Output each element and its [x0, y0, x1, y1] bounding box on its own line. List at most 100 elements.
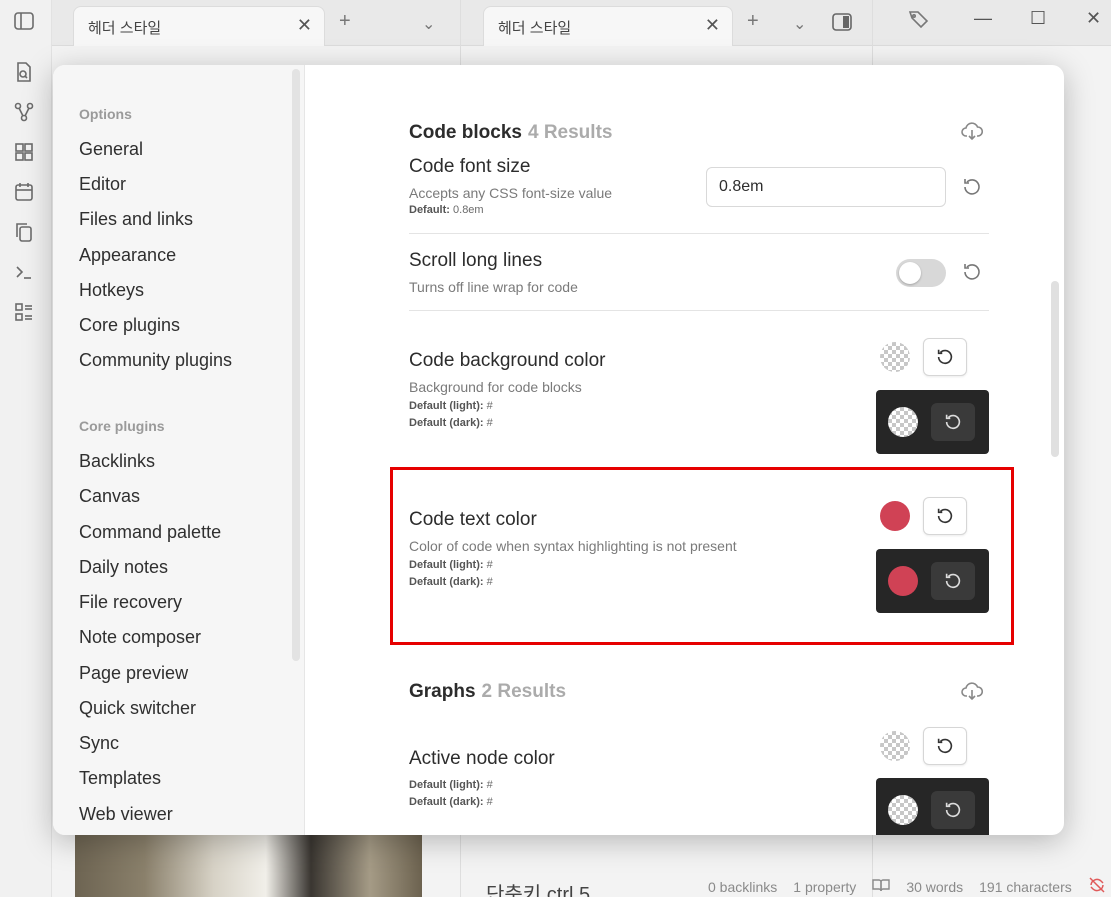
- setting-default-light: Default (light): #: [409, 559, 493, 571]
- tab-right[interactable]: 헤더 스타일 ✕: [483, 6, 733, 46]
- chevron-down-icon[interactable]: ⌄: [793, 14, 806, 34]
- right-sidebar-toggle-icon[interactable]: [831, 11, 853, 39]
- default-dark-value: #: [486, 576, 493, 588]
- reset-button[interactable]: [931, 791, 975, 829]
- reset-icon[interactable]: [961, 176, 983, 198]
- sidebar-item-templates[interactable]: Templates: [79, 768, 161, 789]
- color-swatch-light[interactable]: [880, 501, 910, 531]
- color-swatch-dark[interactable]: [888, 795, 918, 825]
- new-tab-icon[interactable]: +: [339, 10, 351, 33]
- close-icon[interactable]: ✕: [705, 15, 720, 36]
- reset-button[interactable]: [931, 403, 975, 441]
- setting-default-dark: Default (dark): #: [409, 417, 493, 429]
- setting-default-light: Default (light): #: [409, 779, 493, 791]
- color-swatch-dark[interactable]: [888, 566, 918, 596]
- sidebar-item-note-composer[interactable]: Note composer: [79, 627, 201, 648]
- tab-left[interactable]: 헤더 스타일 ✕: [73, 6, 325, 46]
- dark-mode-color-box: [876, 778, 989, 835]
- minimize-icon[interactable]: —: [974, 8, 992, 29]
- reading-mode-icon[interactable]: [872, 878, 891, 895]
- new-tab-icon[interactable]: +: [747, 10, 759, 33]
- download-icon[interactable]: [961, 680, 984, 702]
- content-scrollbar[interactable]: [1051, 281, 1059, 457]
- default-light-value: #: [486, 559, 493, 571]
- reset-icon: [937, 738, 953, 754]
- toggle-knob: [899, 262, 921, 284]
- sync-error-icon[interactable]: [1088, 876, 1106, 897]
- default-dark-value: #: [486, 417, 493, 429]
- color-swatch-dark[interactable]: [888, 407, 918, 437]
- reset-icon: [937, 508, 953, 524]
- sidebar-item-hotkeys[interactable]: Hotkeys: [79, 280, 144, 301]
- sidebar-item-community-plugins[interactable]: Community plugins: [79, 350, 232, 371]
- group-result-count: 4 Results: [527, 122, 613, 143]
- sidebar-item-general[interactable]: General: [79, 139, 143, 160]
- reset-button[interactable]: [931, 562, 975, 600]
- status-properties[interactable]: 1 property: [793, 879, 856, 895]
- sidebar-item-files-and-links[interactable]: Files and links: [79, 209, 193, 230]
- sidebar-item-file-recovery[interactable]: File recovery: [79, 592, 182, 613]
- list-icon[interactable]: [13, 301, 35, 323]
- default-light-label: Default (light):: [409, 779, 484, 791]
- sidebar-item-canvas[interactable]: Canvas: [79, 486, 140, 507]
- reset-button[interactable]: [923, 727, 967, 765]
- sidebar-item-editor[interactable]: Editor: [79, 174, 126, 195]
- status-backlinks[interactable]: 0 backlinks: [708, 879, 777, 895]
- settings-content: Code blocks 4 Results Code font size Acce…: [305, 65, 1064, 835]
- note-image: [75, 832, 422, 897]
- sidebar-item-appearance[interactable]: Appearance: [79, 245, 176, 266]
- default-light-label: Default (light):: [409, 400, 484, 412]
- tab-bar: 헤더 스타일 ✕ + ⌄ 헤더 스타일 ✕ + ⌄ — ☐ ✕: [52, 0, 1111, 46]
- setting-description: Accepts any CSS font-size value: [409, 185, 613, 201]
- reset-icon: [945, 573, 961, 589]
- tags-icon[interactable]: [907, 9, 931, 37]
- setting-name: Code text color: [409, 509, 537, 530]
- setting-name: Scroll long lines: [409, 250, 543, 271]
- download-icon[interactable]: [961, 120, 984, 142]
- sidebar-scrollbar[interactable]: [292, 69, 300, 661]
- color-swatch-light[interactable]: [880, 342, 910, 372]
- sidebar-item-sync[interactable]: Sync: [79, 733, 119, 754]
- calendar-icon[interactable]: [13, 181, 35, 203]
- scroll-long-lines-toggle[interactable]: [896, 259, 946, 287]
- chevron-down-icon[interactable]: ⌄: [422, 14, 435, 34]
- setting-description: Color of code when syntax highlighting i…: [409, 538, 737, 554]
- setting-name: Code font size: [409, 156, 531, 177]
- sidebar-item-core-plugins[interactable]: Core plugins: [79, 315, 180, 336]
- canvas-icon[interactable]: [13, 141, 35, 163]
- close-window-icon[interactable]: ✕: [1086, 8, 1101, 29]
- reset-button[interactable]: [923, 497, 967, 535]
- setting-default-light: Default (light): #: [409, 400, 493, 412]
- sidebar-item-quick-switcher[interactable]: Quick switcher: [79, 698, 196, 719]
- left-ribbon: [0, 0, 52, 897]
- maximize-icon[interactable]: ☐: [1030, 8, 1046, 29]
- sidebar-item-daily-notes[interactable]: Daily notes: [79, 557, 168, 578]
- reset-icon: [945, 802, 961, 818]
- tab-title: 헤더 스타일: [498, 20, 572, 37]
- file-search-icon[interactable]: [13, 61, 35, 83]
- sidebar-toggle-icon[interactable]: [13, 10, 35, 32]
- setting-default-dark: Default (dark): #: [409, 576, 493, 588]
- reset-icon[interactable]: [961, 261, 983, 283]
- close-icon[interactable]: ✕: [297, 15, 312, 36]
- default-light-label: Default (light):: [409, 559, 484, 571]
- setting-divider: [409, 233, 989, 234]
- setting-default-dark: Default (dark): #: [409, 796, 493, 808]
- copy-icon[interactable]: [13, 221, 35, 243]
- code-font-size-input[interactable]: [706, 167, 946, 207]
- reset-button[interactable]: [923, 338, 967, 376]
- sidebar-item-web-viewer[interactable]: Web viewer: [79, 804, 173, 825]
- sidebar-heading-core-plugins: Core plugins: [79, 418, 165, 434]
- sidebar-item-page-preview[interactable]: Page preview: [79, 663, 188, 684]
- terminal-icon[interactable]: [13, 261, 35, 283]
- graph-view-icon[interactable]: [13, 101, 35, 123]
- sidebar-item-command-palette[interactable]: Command palette: [79, 522, 221, 543]
- group-title: Graphs: [409, 681, 476, 702]
- color-swatch-light[interactable]: [880, 731, 910, 761]
- default-dark-label: Default (dark):: [409, 796, 484, 808]
- sidebar-item-backlinks[interactable]: Backlinks: [79, 451, 155, 472]
- setting-description: Turns off line wrap for code: [409, 279, 578, 295]
- default-dark-label: Default (dark):: [409, 576, 484, 588]
- status-words: 30 words: [906, 878, 964, 895]
- reset-icon: [937, 349, 953, 365]
